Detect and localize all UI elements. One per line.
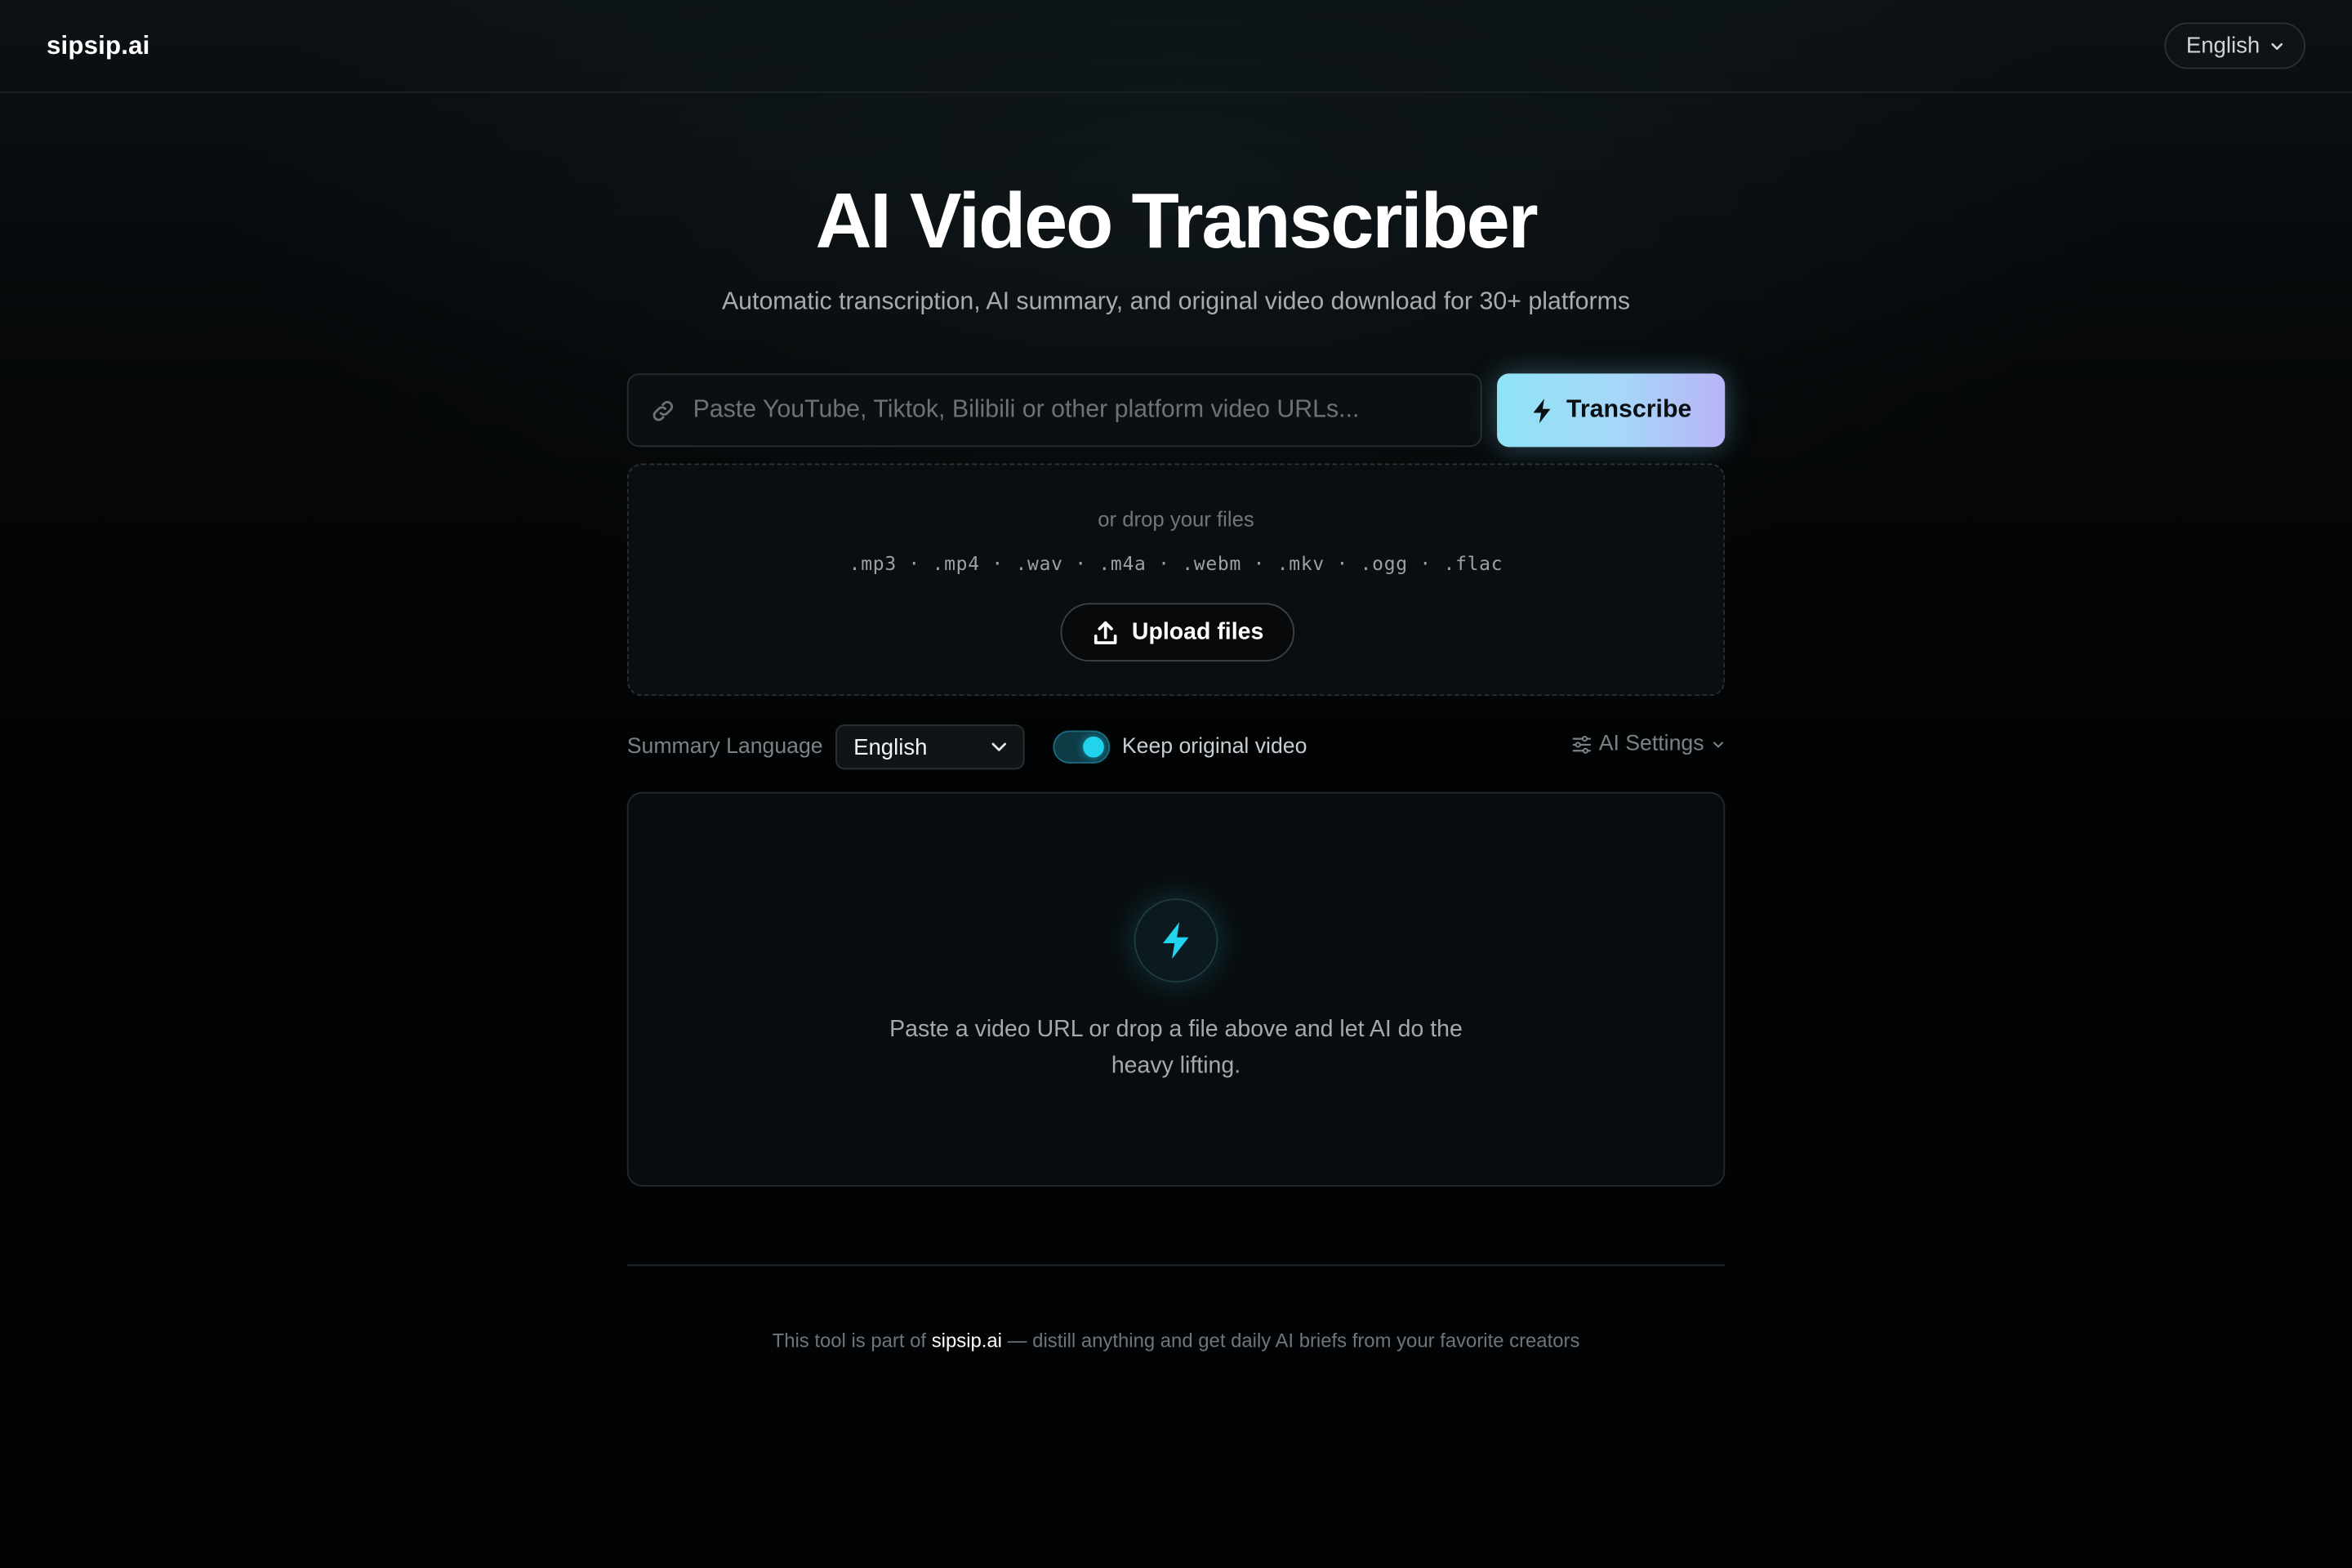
ai-settings-label: AI Settings: [1598, 732, 1704, 756]
chevron-down-icon: [1713, 741, 1724, 747]
bolt-icon: [1163, 922, 1189, 960]
chevron-down-icon: [991, 742, 1006, 751]
brand-logo[interactable]: sipsip.ai: [47, 32, 150, 62]
footer-divider: [626, 1264, 1726, 1267]
sliders-icon: [1572, 735, 1591, 753]
video-url-field[interactable]: [626, 373, 1482, 448]
link-icon: [653, 400, 674, 421]
drop-hint: or drop your files: [1098, 506, 1254, 532]
keep-original-video-toggle[interactable]: [1053, 730, 1111, 764]
empty-state-badge: [1134, 898, 1218, 983]
language-selector[interactable]: English: [2164, 22, 2306, 69]
upload-icon: [1094, 620, 1116, 644]
video-url-input[interactable]: [689, 394, 1481, 426]
bolt-icon: [1533, 398, 1551, 423]
summary-language-label: Summary Language: [626, 735, 823, 760]
page-subtitle: Automatic transcription, AI summary, and…: [721, 287, 1631, 315]
upload-files-label: Upload files: [1131, 618, 1264, 644]
empty-state-message: Paste a video URL or drop a file above a…: [889, 1017, 1463, 1079]
supported-formats: .mp3 · .mp4 · .wav · .m4a · .webm · .mkv…: [849, 551, 1503, 575]
language-selector-label: English: [2185, 33, 2261, 59]
file-dropzone[interactable]: or drop your files .mp3 · .mp4 · .wav · …: [626, 463, 1726, 697]
options-row: Summary Language English Keep original v…: [627, 723, 1725, 771]
top-navbar: sipsip.ai English: [0, 0, 2352, 93]
toggle-knob: [1083, 736, 1104, 758]
footer: This tool is part of sipsip.ai — distill…: [0, 1329, 2352, 1352]
summary-language-select[interactable]: English: [835, 724, 1025, 770]
footer-prefix: This tool is part of: [772, 1329, 927, 1352]
result-panel: Paste a video URL or drop a file above a…: [626, 791, 1726, 1187]
chevron-down-icon: [2270, 42, 2283, 50]
page-root: sipsip.ai English AI Video Transcriber A…: [0, 0, 2352, 1568]
summary-language-value: English: [853, 734, 928, 760]
ai-settings-button[interactable]: AI Settings: [1572, 732, 1726, 756]
upload-files-button[interactable]: Upload files: [1060, 603, 1295, 662]
transcribe-button[interactable]: Transcribe: [1497, 373, 1726, 448]
transcribe-button-label: Transcribe: [1566, 395, 1692, 423]
footer-suffix: — distill anything and get daily AI brie…: [1007, 1329, 1580, 1352]
page-title: AI Video Transcriber: [815, 178, 1538, 266]
keep-original-video-label[interactable]: Keep original video: [1122, 735, 1307, 759]
footer-sipsip-link[interactable]: sipsip.ai: [932, 1329, 1002, 1352]
